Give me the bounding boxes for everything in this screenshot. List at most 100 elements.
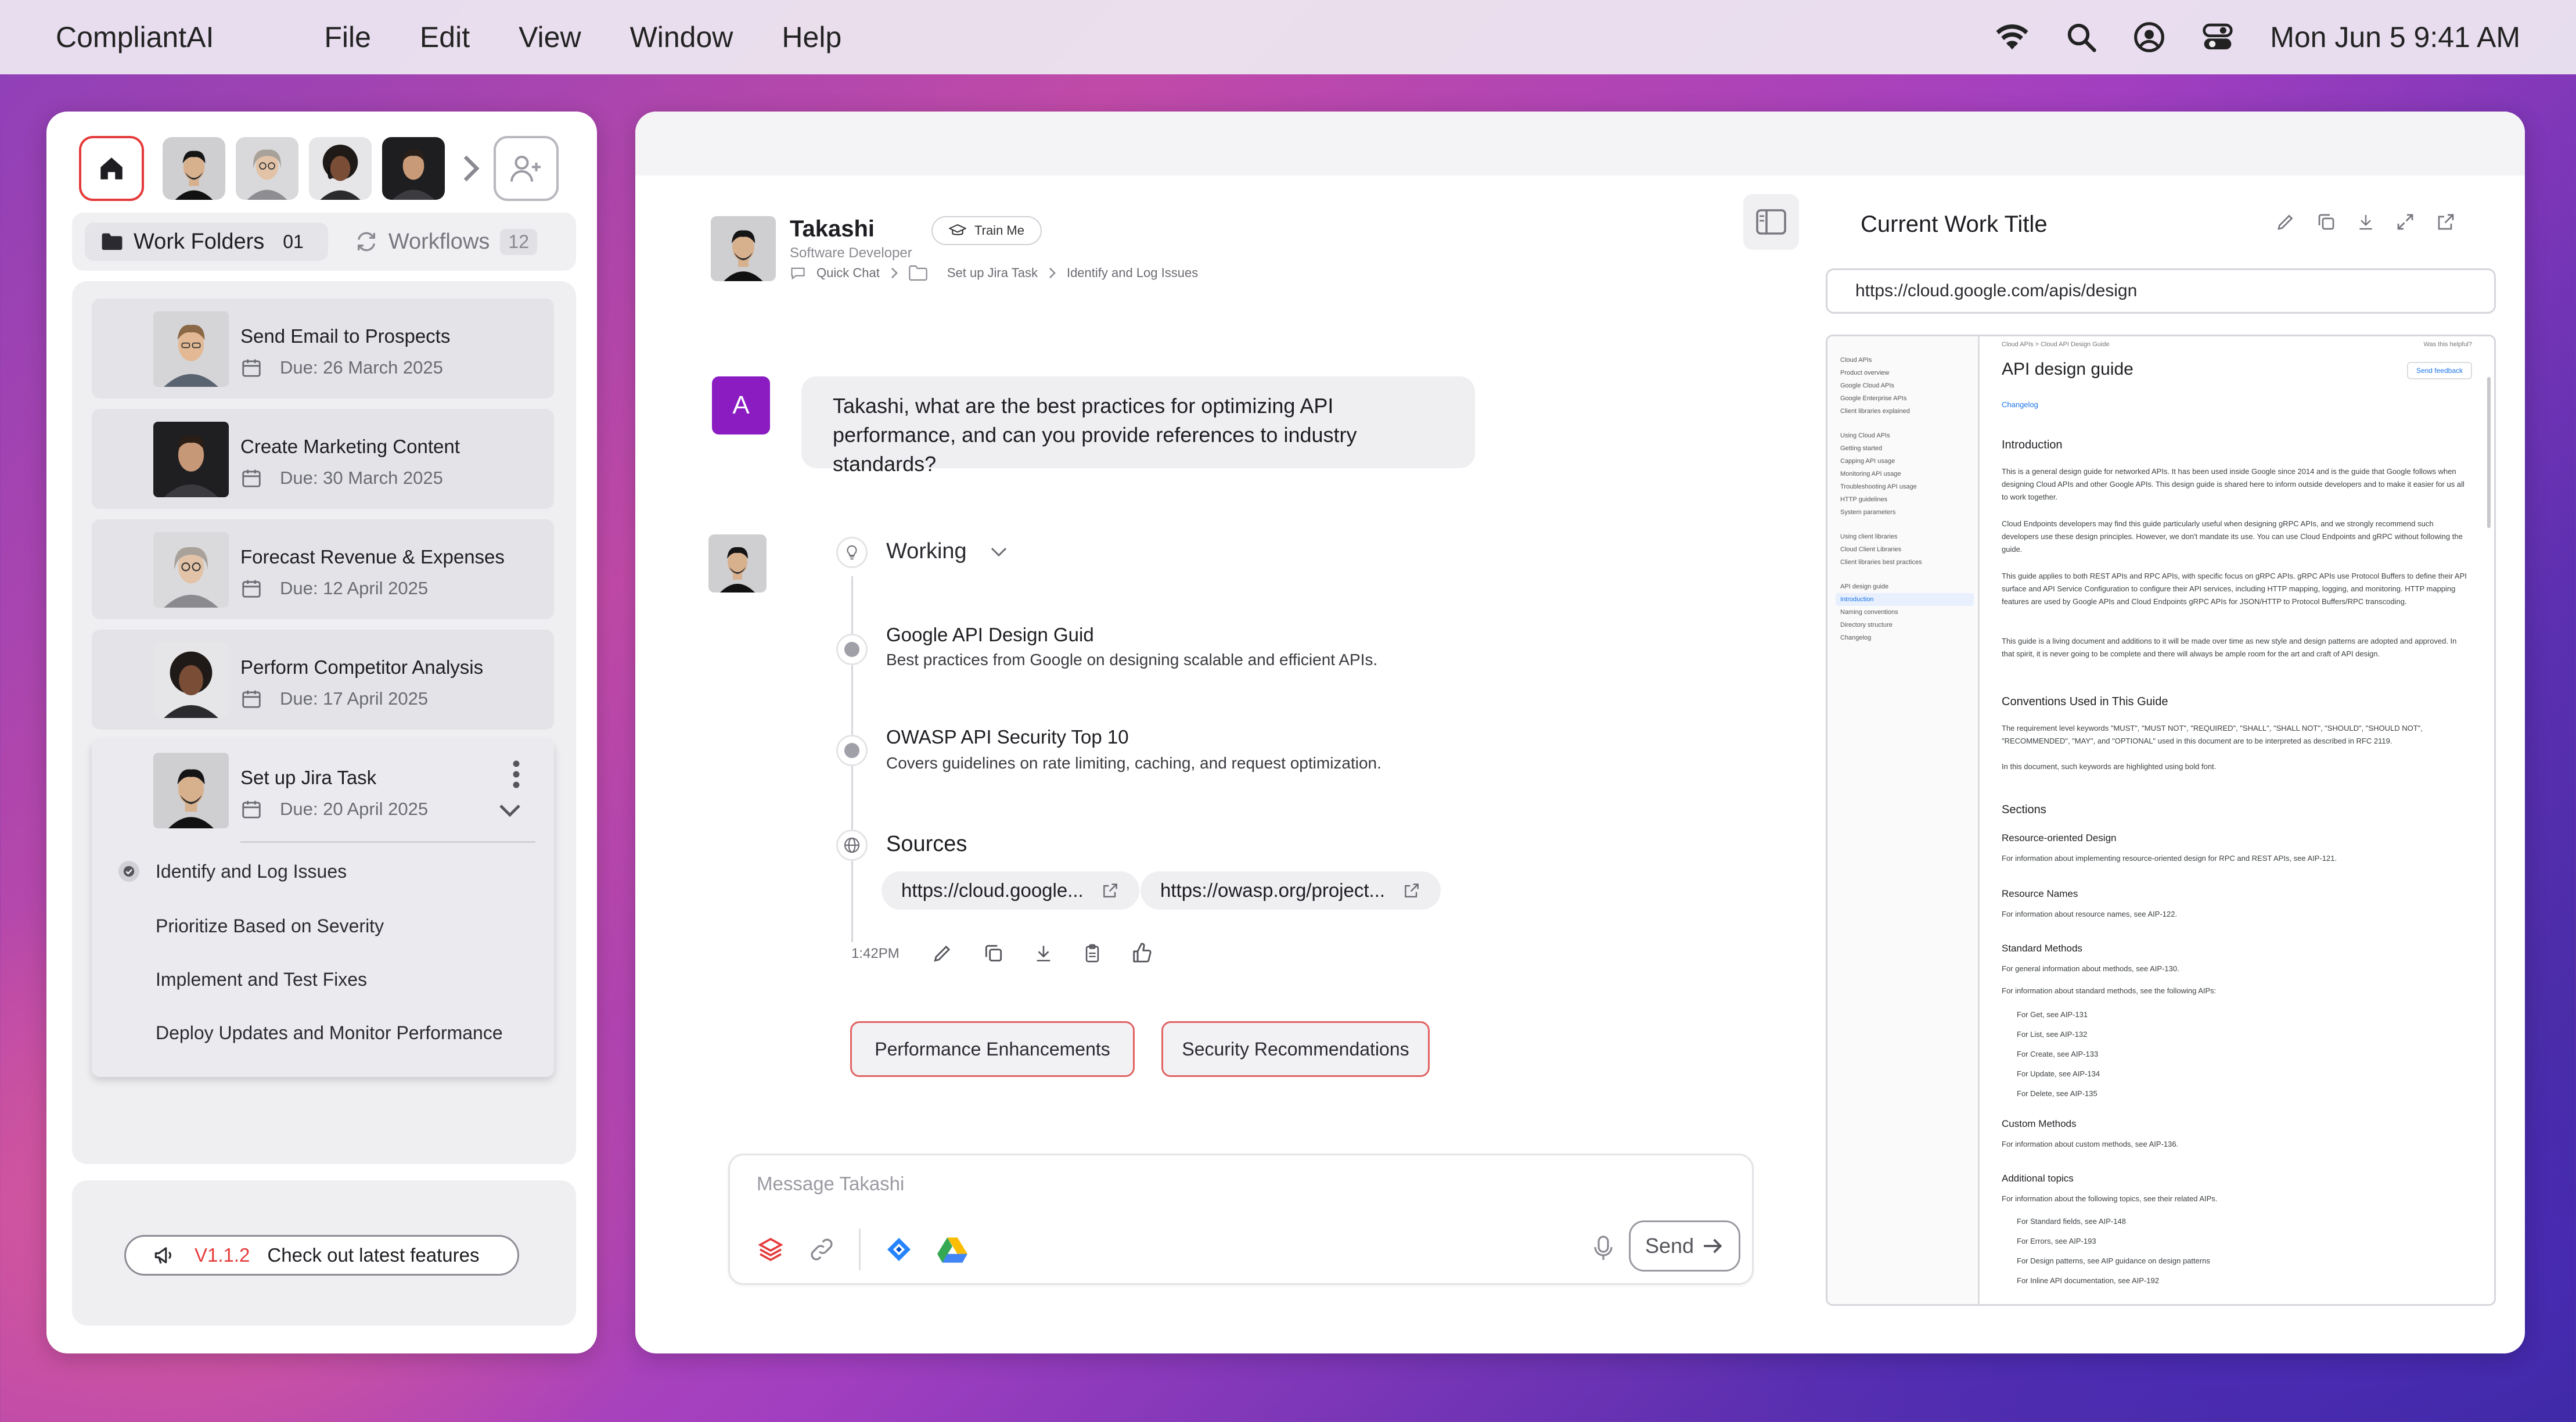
tab-count: 01 xyxy=(283,231,304,252)
url-bar[interactable]: https://cloud.google.com/apis/design xyxy=(1826,268,2496,314)
suggestion-chip-security[interactable]: Security Recommendations xyxy=(1161,1021,1430,1077)
user-account-icon[interactable] xyxy=(2133,21,2165,53)
message-input[interactable]: Message Takashi xyxy=(757,1173,904,1195)
docs-nav-item[interactable]: Directory structure xyxy=(1840,619,1978,631)
copy-icon[interactable] xyxy=(2316,211,2337,232)
agent-avatar-takashi[interactable] xyxy=(163,137,225,200)
docs-nav-item[interactable]: Client libraries best practices xyxy=(1840,556,1978,569)
subtask-item[interactable]: Prioritize Based on Severity xyxy=(156,915,384,937)
menu-edit[interactable]: Edit xyxy=(420,20,470,54)
source-link[interactable]: https://owasp.org/project... xyxy=(1141,871,1441,910)
docs-nav-item[interactable]: Using client libraries xyxy=(1840,530,1978,543)
clipboard-icon[interactable] xyxy=(1082,942,1102,964)
tab-count: 12 xyxy=(500,228,537,255)
thumbs-up-icon[interactable] xyxy=(1131,942,1153,964)
source-link[interactable]: https://cloud.google... xyxy=(882,871,1139,910)
docs-list-item: For Get, see AIP-131 xyxy=(2017,1010,2088,1019)
docs-nav-item[interactable]: Product overview xyxy=(1840,367,1978,379)
subtask-item[interactable]: Deploy Updates and Monitor Performance xyxy=(156,1022,503,1044)
task-card[interactable]: Create Marketing Content Due: 30 March 2… xyxy=(92,409,554,509)
menu-help[interactable]: Help xyxy=(782,20,841,54)
breadcrumb-item[interactable]: Identify and Log Issues xyxy=(1067,265,1198,281)
docs-list-item: For List, see AIP-132 xyxy=(2017,1030,2088,1039)
menubar-datetime[interactable]: Mon Jun 5 9:41 AM xyxy=(2270,20,2520,54)
docs-nav-item[interactable]: Cloud APIs xyxy=(1840,354,1978,367)
task-card[interactable]: Forecast Revenue & Expenses Due: 12 Apri… xyxy=(92,519,554,619)
docs-nav-item[interactable]: System parameters xyxy=(1840,506,1978,519)
changelog-link[interactable]: Changelog xyxy=(2002,400,2038,409)
agent-avatar-woman-glasses[interactable] xyxy=(236,137,298,200)
external-link-icon[interactable] xyxy=(2435,211,2456,232)
menu-view[interactable]: View xyxy=(519,20,581,54)
suggestion-chip-performance[interactable]: Performance Enhancements xyxy=(850,1021,1135,1077)
home-button[interactable] xyxy=(79,136,144,201)
kebab-menu-icon[interactable] xyxy=(512,760,520,789)
download-icon[interactable] xyxy=(2356,211,2375,232)
agent-avatar-woman-curly[interactable] xyxy=(309,137,372,200)
send-feedback-button[interactable]: Send feedback xyxy=(2406,362,2472,379)
docs-nav-item[interactable]: HTTP guidelines xyxy=(1840,493,1978,506)
attachment-link-icon[interactable] xyxy=(809,1237,834,1262)
jira-icon[interactable] xyxy=(885,1236,913,1263)
sidebar-toggle-button[interactable] xyxy=(1743,194,1799,250)
task-card-expanded[interactable]: Set up Jira Task Due: 20 April 2025 Iden… xyxy=(92,740,554,1077)
docs-nav-item[interactable]: Changelog xyxy=(1840,631,1978,644)
subtask-item[interactable]: Implement and Test Fixes xyxy=(156,969,367,990)
docs-list-item: For Create, see AIP-133 xyxy=(2017,1050,2099,1058)
docs-title: API design guide xyxy=(2002,360,2134,379)
task-card[interactable]: Perform Competitor Analysis Due: 17 Apri… xyxy=(92,630,554,730)
docs-nav-gap xyxy=(1840,418,1978,429)
docs-nav-item[interactable]: Google Enterprise APIs xyxy=(1840,392,1978,405)
docs-nav-item[interactable]: Troubleshooting API usage xyxy=(1840,480,1978,493)
docs-paragraph: For information about custom methods, se… xyxy=(2002,1140,2179,1148)
docs-nav-item[interactable]: Monitoring API usage xyxy=(1840,468,1978,480)
chevron-right-icon[interactable] xyxy=(462,154,480,183)
docs-nav-item[interactable]: Client libraries explained xyxy=(1840,405,1978,418)
agent-avatar-man-dark[interactable] xyxy=(382,137,445,200)
tab-workflows[interactable]: Workflows 12 xyxy=(339,222,553,261)
docs-nav-item[interactable]: Google Cloud APIs xyxy=(1840,379,1978,392)
train-me-button[interactable]: Train Me xyxy=(931,216,1042,245)
wifi-icon[interactable] xyxy=(1995,23,2030,52)
whats-new-button[interactable]: V1.1.2 Check out latest features xyxy=(124,1235,519,1276)
app-name[interactable]: CompliantAI xyxy=(56,20,214,54)
calendar-icon xyxy=(242,580,261,598)
menu-file[interactable]: File xyxy=(324,20,371,54)
send-button[interactable]: Send xyxy=(1629,1220,1740,1272)
subtask-item[interactable]: Identify and Log Issues xyxy=(156,861,347,882)
docs-heading: Introduction xyxy=(2002,439,2063,451)
task-card[interactable]: Send Email to Prospects Due: 26 March 20… xyxy=(92,299,554,398)
docs-nav-item[interactable]: Cloud Client Libraries xyxy=(1840,543,1978,556)
expand-icon[interactable] xyxy=(2395,211,2416,232)
search-icon[interactable] xyxy=(2066,21,2097,53)
google-drive-icon[interactable] xyxy=(937,1236,967,1263)
docs-nav-item[interactable]: Introduction xyxy=(1836,593,1974,606)
working-status[interactable]: Working xyxy=(886,539,1008,564)
copy-icon[interactable] xyxy=(983,942,1005,964)
download-icon[interactable] xyxy=(1034,942,1053,964)
breadcrumb-item[interactable]: Set up Jira Task xyxy=(947,265,1038,281)
docs-nav-item[interactable]: Capping API usage xyxy=(1840,455,1978,468)
docs-helpful[interactable]: Was this helpful? xyxy=(2424,341,2472,348)
tab-work-folders[interactable]: Work Folders 01 xyxy=(85,222,328,261)
chevron-down-icon[interactable] xyxy=(498,803,521,818)
subtask-check-icon[interactable] xyxy=(118,861,139,882)
control-center-icon[interactable] xyxy=(2201,21,2234,53)
docs-paragraph: For general information about methods, s… xyxy=(2002,964,2179,973)
docs-nav-item[interactable]: Naming conventions xyxy=(1840,606,1978,619)
work-title[interactable]: Current Work Title xyxy=(1861,211,2048,238)
add-user-button[interactable] xyxy=(494,136,559,201)
layers-icon[interactable] xyxy=(757,1236,785,1263)
edit-icon[interactable] xyxy=(2275,211,2296,232)
scrollbar[interactable] xyxy=(2487,377,2491,528)
microphone-icon[interactable] xyxy=(1593,1234,1614,1262)
docs-nav-item[interactable]: Getting started xyxy=(1840,442,1978,455)
edit-icon[interactable] xyxy=(931,942,954,964)
docs-nav-item[interactable]: API design guide xyxy=(1840,580,1978,593)
docs-breadcrumb[interactable]: Cloud APIs > Cloud API Design Guide xyxy=(2002,341,2110,348)
menu-window[interactable]: Window xyxy=(630,20,733,54)
user-message: Takashi, what are the best practices for… xyxy=(801,376,1475,476)
docs-nav-item[interactable]: Using Cloud APIs xyxy=(1840,429,1978,442)
web-preview[interactable]: Cloud APIs Product overview Google Cloud A… xyxy=(1826,335,2496,1306)
breadcrumb-item[interactable]: Quick Chat xyxy=(816,265,880,281)
